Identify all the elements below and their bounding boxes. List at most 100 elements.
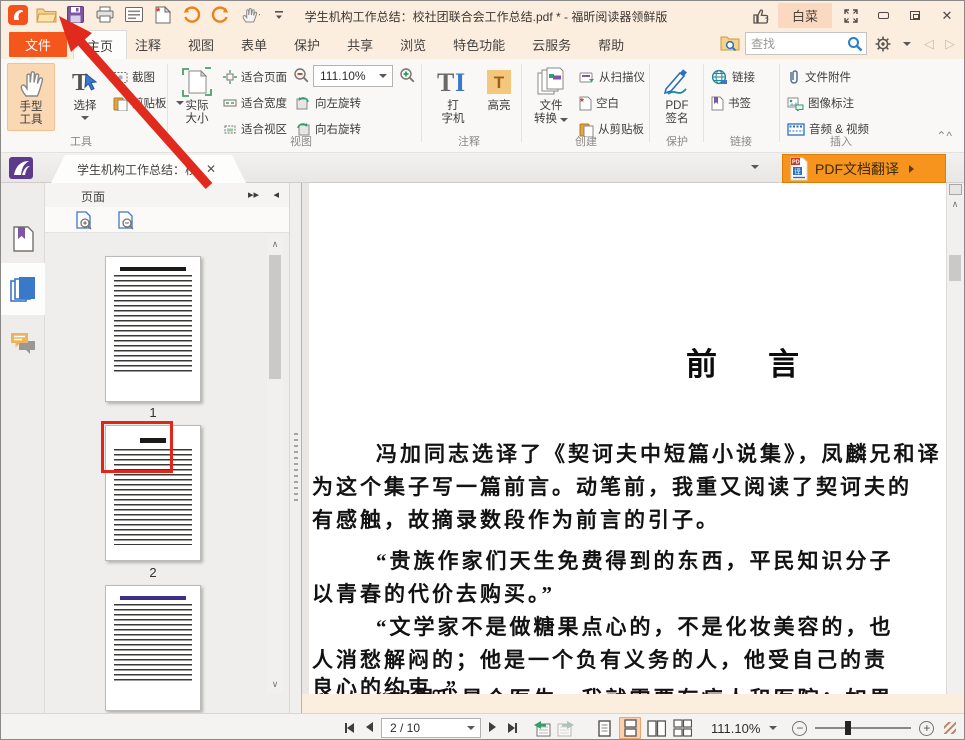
tab-share[interactable]: 共享 <box>347 35 373 54</box>
document-properties-icon[interactable] <box>123 4 144 25</box>
tab-help[interactable]: 帮助 <box>598 35 624 54</box>
bookmarks-panel-icon[interactable] <box>10 225 36 253</box>
nav-forward-icon[interactable]: ▷ <box>942 36 958 52</box>
select-tool-button[interactable]: T 选择 <box>61 63 109 131</box>
file-convert-button[interactable]: 文件 转换 <box>527 63 575 131</box>
thumb-scroll-down-icon[interactable]: ∨ <box>267 677 283 691</box>
minimize-button[interactable] <box>870 5 896 27</box>
zoom-out-minus-icon[interactable]: − <box>792 721 807 736</box>
search-input[interactable] <box>751 33 847 54</box>
tab-view[interactable]: 视图 <box>188 35 214 54</box>
tab-comment[interactable]: 注释 <box>135 35 161 54</box>
save-icon[interactable] <box>65 4 86 25</box>
print-icon[interactable] <box>94 4 115 25</box>
zoom-out-button[interactable] <box>293 67 310 84</box>
actual-size-button[interactable]: 实际 大小 <box>173 63 221 131</box>
bookmark-button[interactable]: 书签 <box>711 95 751 111</box>
comments-panel-icon[interactable] <box>10 329 36 357</box>
zoom-level-combo[interactable]: 111.10% <box>313 65 393 87</box>
thumb-zoom-in-icon[interactable] <box>75 211 93 230</box>
document-tab-close-icon[interactable]: ✕ <box>206 162 216 176</box>
snapshot-button[interactable]: 截图 <box>113 69 155 85</box>
rotate-left-button[interactable]: 向左旋转 <box>295 95 361 111</box>
panel-collapse-icon[interactable]: ◂ <box>273 188 279 201</box>
thumbnail-scrollbar[interactable]: ∧ ∨ <box>267 237 283 693</box>
highlight-button[interactable]: T 高亮 <box>475 63 523 131</box>
pdf-sign-button[interactable]: PDF 签名 <box>653 63 701 131</box>
tab-list-caret[interactable] <box>751 165 759 169</box>
zoom-in-button[interactable] <box>399 67 416 84</box>
new-document-icon[interactable]: * <box>152 4 173 25</box>
foxit-logo-icon[interactable] <box>7 4 28 25</box>
zoom-slider-handle[interactable] <box>845 721 851 735</box>
full-text-search-icon[interactable] <box>719 33 740 54</box>
select-dropdown-caret[interactable] <box>81 116 89 120</box>
layout-facing-icon[interactable] <box>645 717 667 739</box>
page-combo-caret[interactable] <box>467 726 475 730</box>
close-button[interactable]: ✕ <box>934 5 960 27</box>
last-page-button[interactable] <box>504 723 521 733</box>
page-thumbnail-3[interactable] <box>105 585 201 711</box>
layout-single-page-icon[interactable] <box>593 717 615 739</box>
vertical-scroll-thumb[interactable] <box>949 255 961 281</box>
layout-continuous-icon[interactable] <box>619 717 641 739</box>
fullscreen-icon[interactable] <box>838 5 864 27</box>
split-view-handle[interactable] <box>949 184 962 195</box>
pdf-translate-button[interactable]: PDF译 PDF文档翻译 <box>782 154 946 183</box>
blank-page-button[interactable]: * 空白 <box>579 95 619 111</box>
search-magnifier-icon[interactable] <box>847 36 863 52</box>
link-button[interactable]: 链接 <box>711 69 755 85</box>
file-attach-button[interactable]: 文件附件 <box>787 69 851 85</box>
next-view-icon[interactable] <box>556 720 575 737</box>
status-zoom-caret[interactable] <box>769 726 777 730</box>
scroll-up-icon[interactable]: ∧ <box>947 197 963 211</box>
undo-icon[interactable] <box>181 4 202 25</box>
image-annot-button[interactable]: 图像标注 <box>787 95 854 111</box>
thumb-scroll-thumb[interactable] <box>269 255 281 379</box>
vertical-scrollbar[interactable]: ∧ ∨ <box>946 183 963 694</box>
file-menu-button[interactable]: 文件 <box>9 32 67 57</box>
pages-panel-icon[interactable] <box>10 275 36 303</box>
tab-home[interactable]: 主页 <box>73 30 127 59</box>
zoom-in-plus-icon[interactable]: + <box>919 721 934 736</box>
share-like-icon[interactable] <box>751 5 772 26</box>
document-tab[interactable]: 学生机构工作总结：校... ✕ <box>51 155 246 183</box>
panel-expand-icon[interactable]: ▸▸ <box>248 188 259 201</box>
hand-mode-icon[interactable] <box>239 4 260 25</box>
first-page-button[interactable] <box>341 723 358 733</box>
zoom-slider-track[interactable] <box>815 727 911 729</box>
splitter-grip[interactable] <box>294 433 298 505</box>
fit-width-button[interactable]: 适合宽度 <box>223 95 287 111</box>
page-thumbnail-1[interactable] <box>105 256 201 402</box>
zoom-combo-caret[interactable] <box>379 74 387 78</box>
assistant-icon[interactable] <box>9 157 33 179</box>
thumb-zoom-out-icon[interactable] <box>117 211 135 230</box>
tab-features[interactable]: 特色功能 <box>453 35 505 54</box>
account-name[interactable]: 白菜 <box>778 3 832 28</box>
file-convert-caret[interactable] <box>560 118 568 122</box>
nav-back-icon[interactable]: ◁ <box>921 36 937 52</box>
gear-dropdown-caret[interactable] <box>903 42 911 46</box>
from-scanner-button[interactable]: 从扫描仪 <box>579 69 645 85</box>
collapse-ribbon-icon[interactable]: ⌃︎^ <box>936 129 952 143</box>
tab-cloud[interactable]: 云服务 <box>532 35 571 54</box>
thumb-scroll-up-icon[interactable]: ∧ <box>267 237 283 251</box>
prev-view-icon[interactable] <box>533 720 552 737</box>
tab-protect[interactable]: 保护 <box>294 35 320 54</box>
panel-splitter[interactable] <box>289 183 302 713</box>
current-view-rectangle[interactable] <box>101 421 173 473</box>
tab-browse[interactable]: 浏览 <box>400 35 426 54</box>
typewriter-button[interactable]: TI 打 字机 <box>429 63 477 131</box>
prev-page-button[interactable] <box>362 719 377 737</box>
next-page-button[interactable] <box>485 719 500 737</box>
layout-continuous-facing-icon[interactable] <box>671 717 693 739</box>
fit-page-button[interactable]: 适合页面 <box>223 69 287 85</box>
tab-form[interactable]: 表单 <box>241 35 267 54</box>
search-settings-gear-icon[interactable] <box>872 33 893 54</box>
redo-icon[interactable] <box>210 4 231 25</box>
hand-tool-button[interactable]: 手型 工具 <box>7 63 55 131</box>
open-file-icon[interactable] <box>36 4 57 25</box>
restore-button[interactable] <box>902 5 928 27</box>
document-view[interactable]: 前 言 冯加同志选译了《契诃夫中短篇小说集》，凤麟兄和译 为这个集子写一篇前言。… <box>302 183 963 694</box>
page-number-combo[interactable]: 2 / 10 <box>381 718 481 738</box>
